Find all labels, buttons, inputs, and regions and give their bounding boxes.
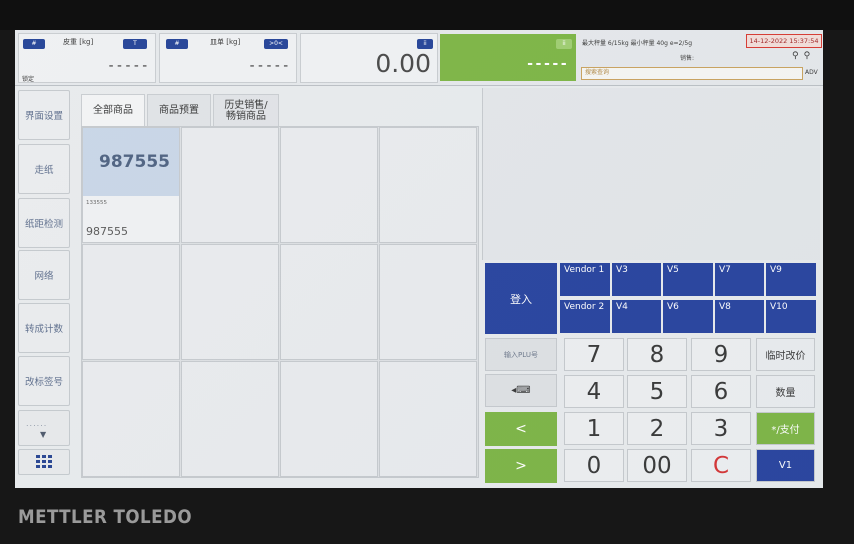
keyboard-icon: ◂⌨ xyxy=(511,385,531,396)
lock-label: 锁定 xyxy=(22,76,35,83)
unit-label: 皿单 [kg] xyxy=(210,38,241,46)
key-3[interactable]: 3 xyxy=(691,412,751,445)
vendor-4-button[interactable]: V4 xyxy=(612,300,661,333)
chevron-left-icon: < xyxy=(515,421,527,437)
product-code: 133555 xyxy=(86,200,107,206)
vendor-9-button[interactable]: V9 xyxy=(766,263,816,296)
key-8[interactable]: 8 xyxy=(627,338,687,371)
price-value: ----- xyxy=(525,56,568,72)
vendor-8-button[interactable]: V8 xyxy=(715,300,764,333)
sidebar-item-feed-paper[interactable]: 走纸 xyxy=(18,144,70,194)
total-box: ii 0.00 xyxy=(300,33,438,83)
quantity-button[interactable]: 数量 xyxy=(756,375,815,408)
sidebar-item-count-mode[interactable]: 转成计数 xyxy=(18,303,70,353)
capacity-text: 最大秤量 6/15kg 最小秤量 40g e=2/5g xyxy=(582,40,693,47)
total-value: 0.00 xyxy=(375,49,431,78)
vendor-7-button[interactable]: V7 xyxy=(715,263,764,296)
plu-input-field[interactable]: 输入PLU号 xyxy=(485,338,557,371)
tab-product-presets[interactable]: 商品预置 xyxy=(147,94,211,126)
empty-tile[interactable] xyxy=(280,127,378,243)
status-bar: # 皮重 [kg] T ----- 锁定 # 皿单 [kg] >0< -----… xyxy=(15,30,823,86)
tare-label: 皮重 [kg] xyxy=(63,38,94,46)
tab-all-products[interactable]: 全部商品 xyxy=(81,94,145,126)
sidebar-item-label-number[interactable]: 改标签号 xyxy=(18,356,70,406)
brand-logo: METTLER TOLEDO xyxy=(18,506,192,528)
empty-tile[interactable] xyxy=(280,244,378,360)
chevron-right-icon: > xyxy=(515,458,527,474)
vendor-10-button[interactable]: V10 xyxy=(766,300,816,333)
pay-button[interactable]: */支付 xyxy=(756,412,815,445)
sidebar-item-network[interactable]: 网络 xyxy=(18,250,70,300)
key-6[interactable]: 6 xyxy=(691,375,751,408)
device-bezel: METTLER TOLEDO # 皮重 [kg] T ----- 锁定 # 皿单… xyxy=(0,0,854,544)
key-2[interactable]: 2 xyxy=(627,412,687,445)
v1-button[interactable]: V1 xyxy=(756,449,815,482)
chevron-down-icon: ▼ xyxy=(40,430,47,439)
adv-button[interactable]: ADV xyxy=(805,69,818,76)
empty-tile[interactable] xyxy=(379,361,477,477)
datetime-display: 14-12-2022 15:37:54 xyxy=(746,34,822,48)
hash-pill-2: # xyxy=(166,39,188,49)
key-5[interactable]: 5 xyxy=(627,375,687,408)
empty-tile[interactable] xyxy=(181,127,279,243)
product-tile[interactable]: 987555 133555 987555 xyxy=(82,127,180,243)
sale-label: 销售: xyxy=(680,55,695,62)
product-grid: 987555 133555 987555 xyxy=(81,126,479,478)
sidebar-item-gap-detect[interactable]: 纸距检测 xyxy=(18,198,70,248)
empty-tile[interactable] xyxy=(181,244,279,360)
key-0[interactable]: 0 xyxy=(564,449,624,482)
tare-box: # 皮重 [kg] T ----- 锁定 xyxy=(18,33,156,83)
price-pill: ii xyxy=(556,39,572,49)
sidebar: 界面设置 走纸 纸距检测 网络 转成计数 改标签号 ...... ▼ xyxy=(16,88,74,486)
login-button[interactable]: 登入 xyxy=(485,263,557,334)
unit-value: ----- xyxy=(247,58,290,74)
product-plu: 987555 xyxy=(86,225,128,238)
clear-key[interactable]: C xyxy=(691,449,751,482)
empty-tile[interactable] xyxy=(181,361,279,477)
unit-box: # 皿单 [kg] >0< ----- xyxy=(159,33,297,83)
empty-tile[interactable] xyxy=(379,244,477,360)
key-4[interactable]: 4 xyxy=(564,375,624,408)
sidebar-more-button[interactable]: ...... ▼ xyxy=(18,410,70,446)
vendor-5-button[interactable]: V5 xyxy=(663,263,713,296)
zero-pill: >0< xyxy=(264,39,288,49)
location-pin-icon: ⚲ xyxy=(792,51,804,61)
total-pill: ii xyxy=(417,39,433,49)
search-input[interactable]: 搜索查询 xyxy=(581,67,803,80)
vendor-2-button[interactable]: Vendor 2 xyxy=(560,300,610,333)
key-7[interactable]: 7 xyxy=(564,338,624,371)
network-icon: ⚲ xyxy=(803,51,816,61)
tare-pill: T xyxy=(123,39,147,49)
empty-tile[interactable] xyxy=(82,361,180,477)
keyboard-toggle-button[interactable]: ◂⌨ xyxy=(485,374,557,407)
tab-history-bestsellers[interactable]: 历史销售/ 畅销商品 xyxy=(213,94,279,126)
empty-tile[interactable] xyxy=(379,127,477,243)
key-9[interactable]: 9 xyxy=(691,338,751,371)
key-1[interactable]: 1 xyxy=(564,412,624,445)
pin-icons: ⚲⚲ xyxy=(792,51,815,61)
pos-screen: # 皮重 [kg] T ----- 锁定 # 皿单 [kg] >0< -----… xyxy=(15,30,823,488)
empty-tile[interactable] xyxy=(82,244,180,360)
vendor-6-button[interactable]: V6 xyxy=(663,300,713,333)
key-00[interactable]: 00 xyxy=(627,449,687,482)
product-name: 987555 xyxy=(99,152,170,172)
bezel-top xyxy=(0,0,854,30)
tare-value: ----- xyxy=(106,58,149,74)
receipt-preview xyxy=(482,88,820,260)
vendor-1-button[interactable]: Vendor 1 xyxy=(560,263,610,296)
grid-icon xyxy=(36,455,52,468)
sidebar-item-ui-settings[interactable]: 界面设置 xyxy=(18,90,70,140)
price-box: ii ----- xyxy=(440,34,576,81)
temp-price-change-button[interactable]: 临时改价 xyxy=(756,338,815,371)
grid-menu-button[interactable] xyxy=(18,449,70,475)
hash-pill: # xyxy=(23,39,45,49)
more-dots: ...... xyxy=(26,419,48,428)
next-page-button[interactable]: > xyxy=(485,449,557,483)
vendor-3-button[interactable]: V3 xyxy=(612,263,661,296)
previous-page-button[interactable]: < xyxy=(485,412,557,446)
empty-tile[interactable] xyxy=(280,361,378,477)
